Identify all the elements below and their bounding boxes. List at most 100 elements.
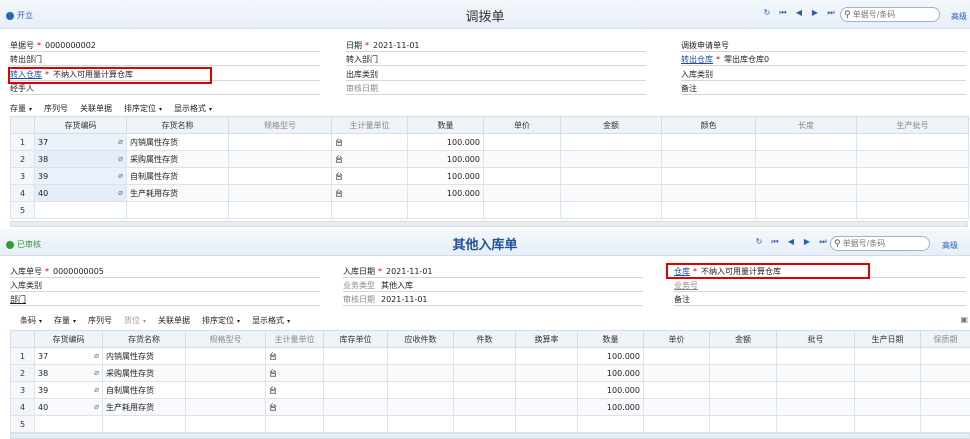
toolbar-sort[interactable]: 排序定位 ▾ bbox=[202, 315, 240, 326]
cell-pieces[interactable] bbox=[453, 347, 516, 365]
cell-unit[interactable]: 台 bbox=[265, 364, 324, 382]
cell-price[interactable] bbox=[483, 150, 561, 168]
cell-prod-date[interactable] bbox=[854, 364, 921, 382]
cell-color[interactable] bbox=[661, 150, 756, 168]
table-row[interactable]: 4 40 ⌀ 生产耗用存货 台 100.000 bbox=[10, 184, 969, 202]
col-expected-pieces[interactable]: 应收件数 bbox=[387, 330, 454, 348]
inbound-no-field[interactable]: 入库单号 * 0000000005 bbox=[10, 266, 320, 278]
cell-code[interactable]: 38 ⌀ bbox=[34, 364, 103, 382]
cell-color[interactable] bbox=[661, 184, 756, 202]
cell-batch[interactable] bbox=[776, 381, 855, 399]
cell-unit[interactable]: 台 bbox=[331, 150, 408, 168]
col-pieces[interactable]: 件数 bbox=[453, 330, 516, 348]
cell-amount[interactable] bbox=[560, 201, 662, 219]
cell-batch[interactable] bbox=[776, 415, 855, 433]
cell-unit[interactable]: 台 bbox=[331, 133, 408, 151]
cell-prod-date[interactable] bbox=[854, 415, 921, 433]
cell-expected-pieces[interactable] bbox=[387, 381, 454, 399]
col-prod-date[interactable]: 生产日期 bbox=[854, 330, 921, 348]
col-batch[interactable]: 批号 bbox=[776, 330, 855, 348]
cell-price[interactable] bbox=[483, 167, 561, 185]
date-field[interactable]: 日期 * 2021-11-01 bbox=[346, 40, 646, 52]
cell-name[interactable] bbox=[126, 201, 229, 219]
advanced-search-link[interactable]: 高级 bbox=[951, 11, 967, 22]
cell-spec[interactable] bbox=[228, 201, 332, 219]
cell-expected-pieces[interactable] bbox=[387, 398, 454, 416]
out-warehouse-label[interactable]: 转出仓库 bbox=[681, 55, 713, 64]
cell-price[interactable] bbox=[483, 201, 561, 219]
prev-page-icon[interactable]: ◀ bbox=[786, 237, 796, 247]
cell-stock-unit[interactable] bbox=[323, 398, 388, 416]
cell-qty[interactable]: 100.000 bbox=[407, 150, 484, 168]
cell-qty[interactable]: 100.000 bbox=[407, 133, 484, 151]
remark-field[interactable]: 备注 bbox=[674, 294, 966, 306]
cell-spec[interactable] bbox=[185, 398, 266, 416]
cell-prod-date[interactable] bbox=[854, 347, 921, 365]
attachment-icon[interactable]: ⌀ bbox=[94, 368, 99, 377]
cell-unit[interactable]: 台 bbox=[331, 184, 408, 202]
cell-conversion[interactable] bbox=[515, 398, 578, 416]
cell-color[interactable] bbox=[661, 201, 756, 219]
prev-page-icon[interactable]: ◀ bbox=[794, 8, 804, 18]
out-warehouse-field[interactable]: 转出仓库 * 零出库仓库0 bbox=[681, 54, 966, 66]
cell-batch[interactable] bbox=[856, 184, 969, 202]
attachment-icon[interactable]: ⌀ bbox=[118, 137, 123, 146]
table-row[interactable]: 1 37 ⌀ 内销属性存货 台 100.000 bbox=[10, 347, 970, 365]
col-code[interactable]: 存货编码 bbox=[34, 330, 103, 348]
cell-batch[interactable] bbox=[856, 150, 969, 168]
cell-batch[interactable] bbox=[776, 347, 855, 365]
col-length[interactable]: 长度 bbox=[755, 116, 857, 134]
cell-stock-unit[interactable] bbox=[323, 381, 388, 399]
cell-shelf-life[interactable] bbox=[920, 347, 970, 365]
cell-prod-date[interactable] bbox=[854, 398, 921, 416]
cell-spec[interactable] bbox=[185, 381, 266, 399]
cell-expected-pieces[interactable] bbox=[387, 347, 454, 365]
toolbar-serial[interactable]: 序列号 bbox=[44, 103, 68, 114]
cell-batch[interactable] bbox=[856, 201, 969, 219]
horizontal-scrollbar[interactable] bbox=[10, 221, 968, 227]
cell-pieces[interactable] bbox=[453, 381, 516, 399]
cell-price[interactable] bbox=[643, 398, 710, 416]
table-row[interactable]: 3 39 ⌀ 自制属性存货 台 100.000 bbox=[10, 167, 969, 185]
cell-qty[interactable]: 100.000 bbox=[577, 347, 644, 365]
col-amount[interactable]: 金额 bbox=[560, 116, 662, 134]
cell-batch[interactable] bbox=[856, 133, 969, 151]
col-batch[interactable]: 生产批号 bbox=[856, 116, 969, 134]
dept-label[interactable]: 部门 bbox=[10, 295, 26, 304]
cell-code[interactable] bbox=[34, 415, 103, 433]
cell-name[interactable]: 生产耗用存货 bbox=[102, 398, 186, 416]
out-type-field[interactable]: 出库类别 bbox=[346, 69, 646, 81]
col-qty[interactable]: 数量 bbox=[407, 116, 484, 134]
grid-settings-icon[interactable]: ▣ bbox=[960, 315, 968, 324]
cell-shelf-life[interactable] bbox=[920, 398, 970, 416]
last-page-icon[interactable]: ⏭ bbox=[826, 8, 836, 18]
next-page-icon[interactable]: ▶ bbox=[802, 237, 812, 247]
refresh-icon[interactable]: ↻ bbox=[762, 8, 772, 18]
col-qty[interactable]: 数量 bbox=[577, 330, 644, 348]
cell-name[interactable]: 自制属性存货 bbox=[126, 167, 229, 185]
cell-color[interactable] bbox=[661, 167, 756, 185]
search-input[interactable] bbox=[852, 10, 933, 19]
cell-name[interactable] bbox=[102, 415, 186, 433]
cell-shelf-life[interactable] bbox=[920, 364, 970, 382]
cell-conversion[interactable] bbox=[515, 381, 578, 399]
cell-amount[interactable] bbox=[560, 133, 662, 151]
cell-code[interactable]: 39 ⌀ bbox=[34, 381, 103, 399]
cell-batch[interactable] bbox=[776, 398, 855, 416]
dept-field[interactable]: 部门 bbox=[10, 294, 320, 306]
cell-color[interactable] bbox=[661, 133, 756, 151]
last-page-icon[interactable]: ⏭ bbox=[818, 237, 828, 247]
cell-code[interactable]: 39 ⌀ bbox=[34, 167, 127, 185]
doc-no-field[interactable]: 单据号 * 0000000002 bbox=[10, 40, 320, 52]
first-page-icon[interactable]: ⏮ bbox=[770, 237, 780, 247]
cell-name[interactable]: 自制属性存货 bbox=[102, 381, 186, 399]
col-color[interactable]: 颜色 bbox=[661, 116, 756, 134]
cell-pieces[interactable] bbox=[453, 398, 516, 416]
attachment-icon[interactable]: ⌀ bbox=[94, 385, 99, 394]
cell-code[interactable]: 40 ⌀ bbox=[34, 184, 127, 202]
cell-qty[interactable] bbox=[407, 201, 484, 219]
col-name[interactable]: 存货名称 bbox=[126, 116, 229, 134]
cell-conversion[interactable] bbox=[515, 364, 578, 382]
attachment-icon[interactable]: ⌀ bbox=[94, 402, 99, 411]
inbound-date-field[interactable]: 入库日期 * 2021-11-01 bbox=[343, 266, 643, 278]
